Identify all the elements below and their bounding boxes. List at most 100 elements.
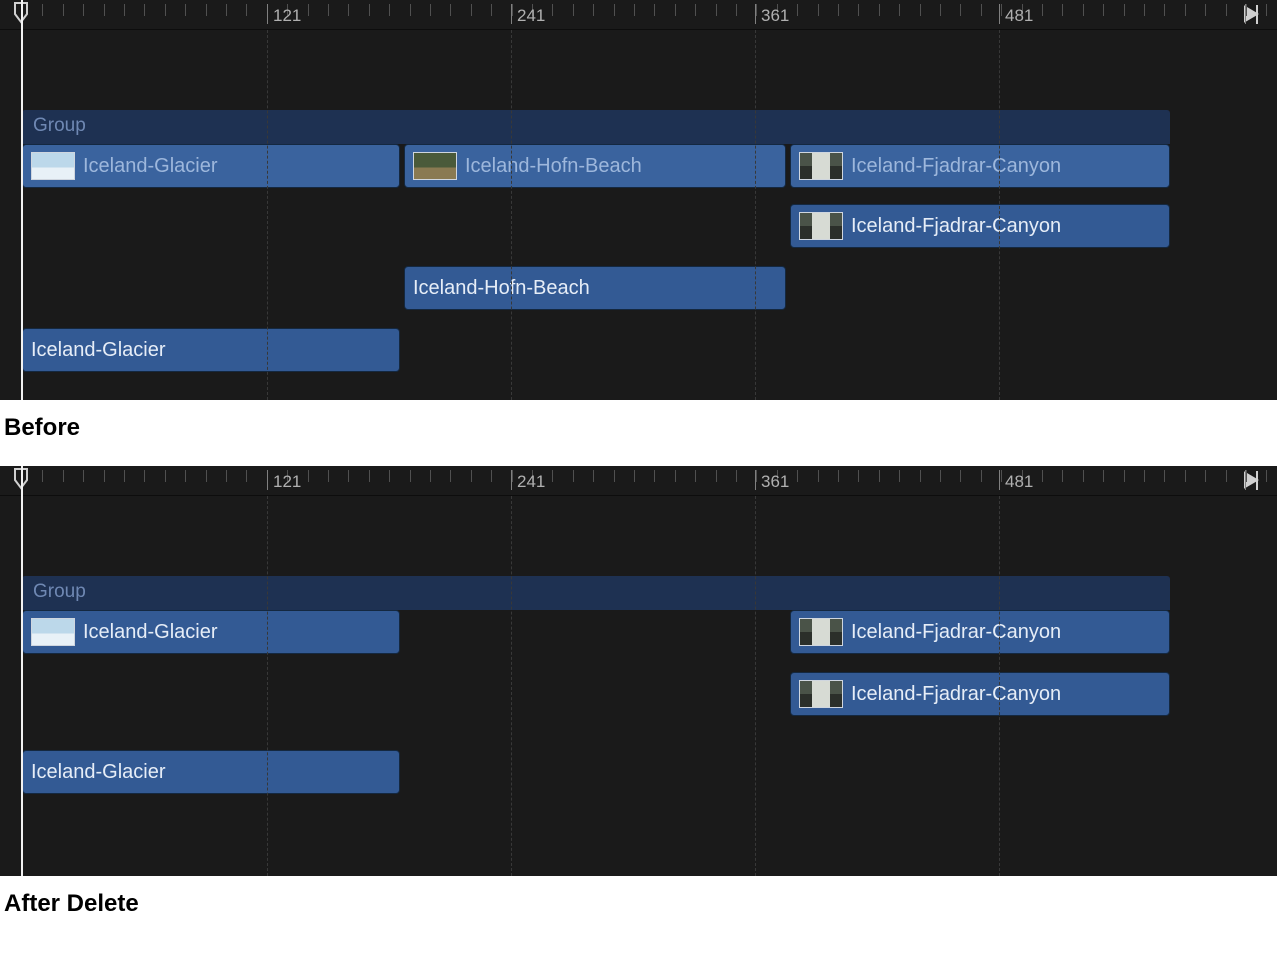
- ruler-tick: [552, 470, 553, 482]
- clip-canyon-2[interactable]: Iceland-Fjadrar-Canyon: [790, 672, 1170, 716]
- clip-grp-glacier[interactable]: Iceland-Glacier: [22, 144, 400, 188]
- ruler-tick: [1164, 470, 1165, 482]
- ruler-tick: [471, 4, 472, 16]
- ruler-label: 241: [517, 6, 545, 26]
- ruler-tick: [144, 4, 145, 16]
- ruler-tick: [348, 470, 349, 482]
- canyon-thumbnail-icon: [799, 212, 843, 240]
- ruler-tick: [124, 4, 125, 16]
- ruler-label: 121: [273, 6, 301, 26]
- ruler-tick: [226, 470, 227, 482]
- ruler-tick-major: [755, 470, 756, 490]
- playhead-line[interactable]: [21, 0, 23, 400]
- ruler-tick: [1124, 470, 1125, 482]
- timeline-after: 121241361481 GroupIceland-GlacierIceland…: [0, 466, 1277, 876]
- ruler-tick: [1246, 4, 1247, 16]
- canyon-thumbnail-icon: [799, 680, 843, 708]
- ruler-tick: [920, 470, 921, 482]
- ruler-tick: [920, 4, 921, 16]
- ruler-tick: [716, 4, 717, 16]
- ruler-tick: [308, 470, 309, 482]
- ruler-tick: [1266, 4, 1267, 16]
- ruler-label: 481: [1005, 6, 1033, 26]
- ruler-tick: [246, 470, 247, 482]
- ruler-tick: [1144, 4, 1145, 16]
- ruler-tick: [634, 4, 635, 16]
- glacier-thumbnail-icon: [31, 618, 75, 646]
- grid-line: [999, 496, 1000, 876]
- ruler-tick-major: [1245, 4, 1246, 24]
- clip-beach-2[interactable]: Iceland-Hofn-Beach: [404, 266, 786, 310]
- ruler-tick: [797, 4, 798, 16]
- playhead-end-icon[interactable]: [1241, 470, 1259, 497]
- ruler-tick: [430, 4, 431, 16]
- ruler-tick: [1042, 470, 1043, 482]
- ruler-tick: [634, 470, 635, 482]
- ruler-tick: [83, 470, 84, 482]
- ruler-tick: [879, 4, 880, 16]
- clip-grp-glacier[interactable]: Iceland-Glacier: [22, 610, 400, 654]
- ruler[interactable]: 121 241 361 481: [0, 0, 1277, 30]
- ruler-tick-major: [755, 4, 756, 24]
- ruler-tick: [675, 470, 676, 482]
- clip-canyon-2[interactable]: Iceland-Fjadrar-Canyon: [790, 204, 1170, 248]
- clip-glacier-2[interactable]: Iceland-Glacier: [22, 750, 400, 794]
- canyon-thumbnail-icon: [799, 618, 843, 646]
- ruler-tick: [1205, 470, 1206, 482]
- ruler-tick: [1062, 470, 1063, 482]
- ruler-tick: [1144, 470, 1145, 482]
- ruler-tick: [675, 4, 676, 16]
- ruler-tick: [185, 4, 186, 16]
- playhead-start-icon[interactable]: [14, 468, 32, 497]
- ruler-tick: [206, 470, 207, 482]
- ruler-tick: [899, 470, 900, 482]
- ruler-tick: [1185, 4, 1186, 16]
- ruler-tick: [389, 4, 390, 16]
- clip-grp-beach[interactable]: Iceland-Hofn-Beach: [404, 144, 786, 188]
- playhead-start-icon[interactable]: [14, 2, 32, 31]
- grid-line: [999, 30, 1000, 400]
- ruler-tick-major: [999, 4, 1000, 24]
- ruler-tick: [42, 4, 43, 16]
- ruler-label: 361: [761, 6, 789, 26]
- clip-label: Iceland-Glacier: [31, 751, 166, 793]
- ruler-tick-major: [267, 4, 268, 24]
- ruler-tick: [1246, 470, 1247, 482]
- ruler-tick: [410, 470, 411, 482]
- grid-line: [511, 496, 512, 876]
- ruler-tick: [879, 470, 880, 482]
- ruler-tick: [1266, 470, 1267, 482]
- group-header[interactable]: Group: [22, 110, 1170, 144]
- ruler[interactable]: 121241361481: [0, 466, 1277, 496]
- ruler-tick: [593, 4, 594, 16]
- ruler-tick: [308, 4, 309, 16]
- group-header[interactable]: Group: [22, 576, 1170, 610]
- ruler-tick: [165, 4, 166, 16]
- ruler-tick: [756, 4, 757, 16]
- clip-glacier-2[interactable]: Iceland-Glacier: [22, 328, 400, 372]
- ruler-label: 481: [1005, 472, 1033, 492]
- ruler-tick: [1001, 470, 1002, 482]
- ruler-tick-major: [1245, 470, 1246, 490]
- ruler-tick: [450, 470, 451, 482]
- ruler-tick: [1062, 4, 1063, 16]
- ruler-tick: [1103, 4, 1104, 16]
- ruler-tick: [226, 4, 227, 16]
- ruler-tick: [573, 470, 574, 482]
- ruler-tick: [654, 470, 655, 482]
- timeline-before: 121241361481 GroupIceland-GlacierIceland…: [0, 0, 1277, 400]
- ruler-tick: [104, 4, 105, 16]
- ruler-tick: [104, 470, 105, 482]
- ruler-tick: [491, 4, 492, 16]
- grid-line: [511, 30, 512, 400]
- clip-label: Iceland-Glacier: [31, 329, 166, 371]
- ruler-tick: [42, 470, 43, 482]
- clip-grp-canyon[interactable]: Iceland-Fjadrar-Canyon: [790, 610, 1170, 654]
- playhead-end-icon[interactable]: [1241, 4, 1259, 31]
- glacier-thumbnail-icon: [31, 152, 75, 180]
- playhead-line[interactable]: [21, 466, 23, 876]
- grid-line: [755, 496, 756, 876]
- clip-grp-canyon[interactable]: Iceland-Fjadrar-Canyon: [790, 144, 1170, 188]
- ruler-tick: [1164, 4, 1165, 16]
- ruler-tick: [981, 470, 982, 482]
